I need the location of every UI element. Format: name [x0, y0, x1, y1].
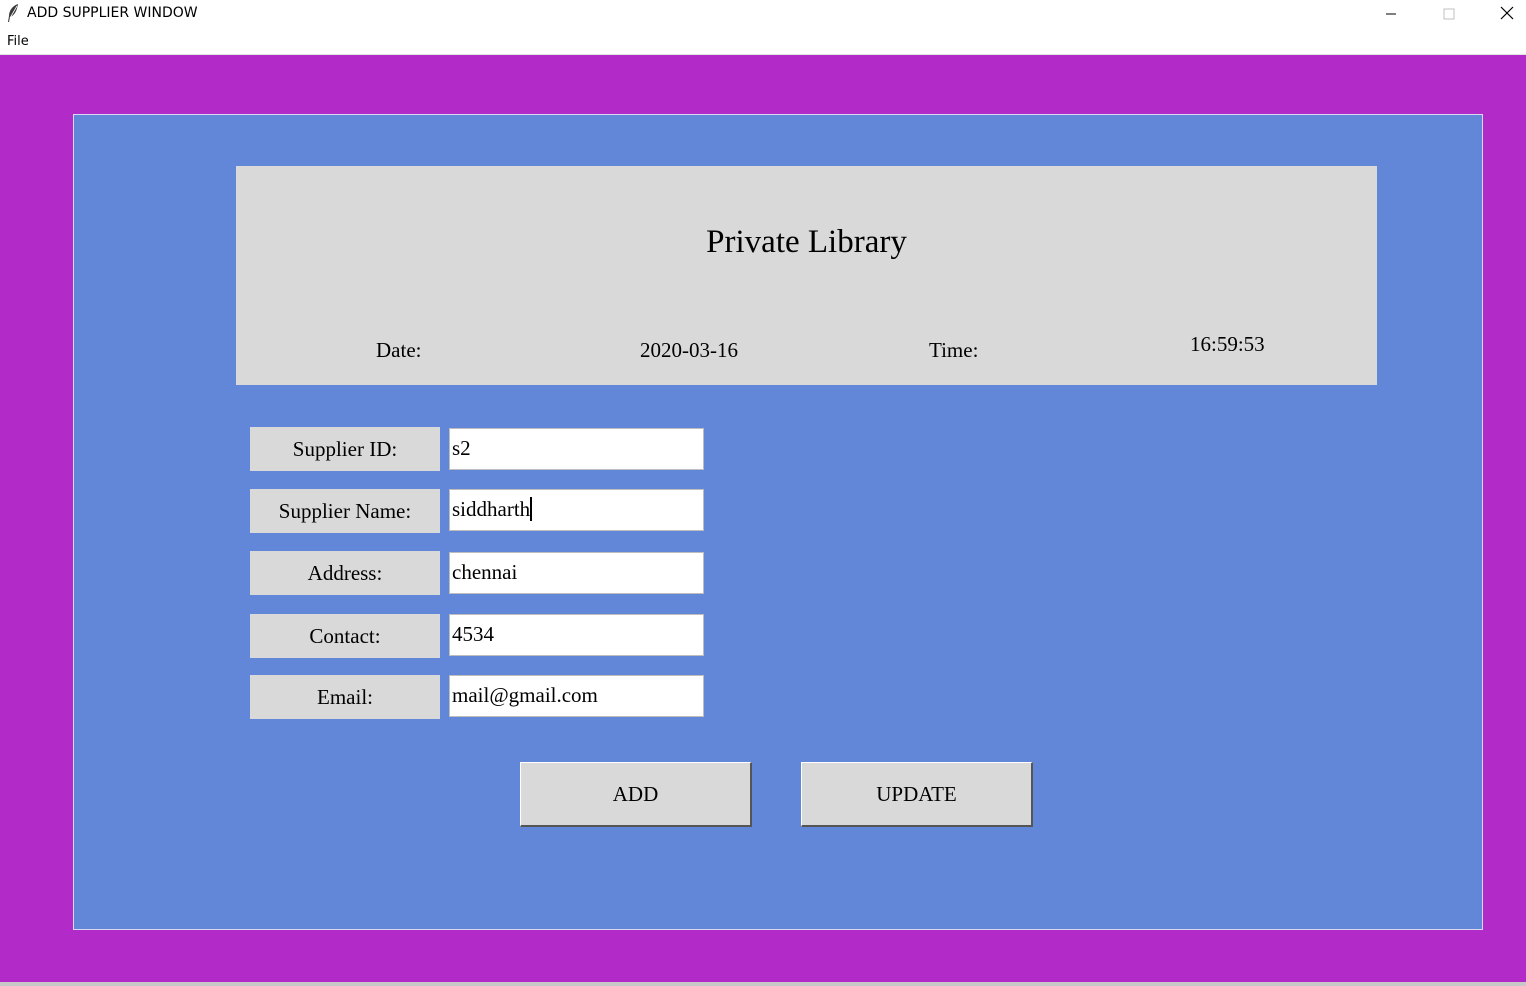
close-button[interactable] — [1478, 0, 1526, 28]
supplier-name-label: Supplier Name: — [250, 489, 440, 533]
window-title: ADD SUPPLIER WINDOW — [27, 5, 198, 21]
maximize-icon — [1443, 5, 1455, 24]
contact-value: 4534 — [452, 622, 494, 646]
update-button[interactable]: UPDATE — [801, 762, 1033, 827]
time-label: Time: — [929, 338, 979, 362]
supplier-name-value: siddharth — [452, 497, 531, 521]
date-label: Date: — [376, 338, 422, 362]
email-label: Email: — [250, 675, 440, 719]
minimize-icon — [1385, 5, 1397, 24]
supplier-id-input[interactable]: s2 — [449, 428, 704, 470]
title-bar: ADD SUPPLIER WINDOW — [0, 0, 1526, 28]
minimize-button[interactable] — [1362, 0, 1420, 28]
bottom-edge — [0, 982, 1526, 986]
date-value: 2020-03-16 — [640, 338, 738, 362]
menu-bar: File — [0, 28, 1526, 55]
supplier-name-input[interactable]: siddharth — [449, 489, 704, 531]
close-icon — [1500, 5, 1514, 24]
contact-input[interactable]: 4534 — [449, 614, 704, 656]
supplier-id-value: s2 — [452, 436, 471, 460]
address-value: chennai — [452, 560, 518, 584]
add-button[interactable]: ADD — [520, 762, 752, 827]
address-label: Address: — [250, 551, 440, 595]
feather-icon — [6, 3, 20, 23]
text-cursor — [530, 497, 533, 522]
time-value: 16:59:53 — [1190, 332, 1265, 356]
contact-label: Contact: — [250, 614, 440, 658]
supplier-id-label: Supplier ID: — [250, 427, 440, 471]
address-input[interactable]: chennai — [449, 552, 704, 594]
menu-file[interactable]: File — [7, 34, 29, 49]
maximize-button[interactable] — [1420, 0, 1478, 28]
page-title: Private Library — [706, 224, 907, 260]
email-value: mail@gmail.com — [452, 683, 598, 707]
email-input[interactable]: mail@gmail.com — [449, 675, 704, 717]
